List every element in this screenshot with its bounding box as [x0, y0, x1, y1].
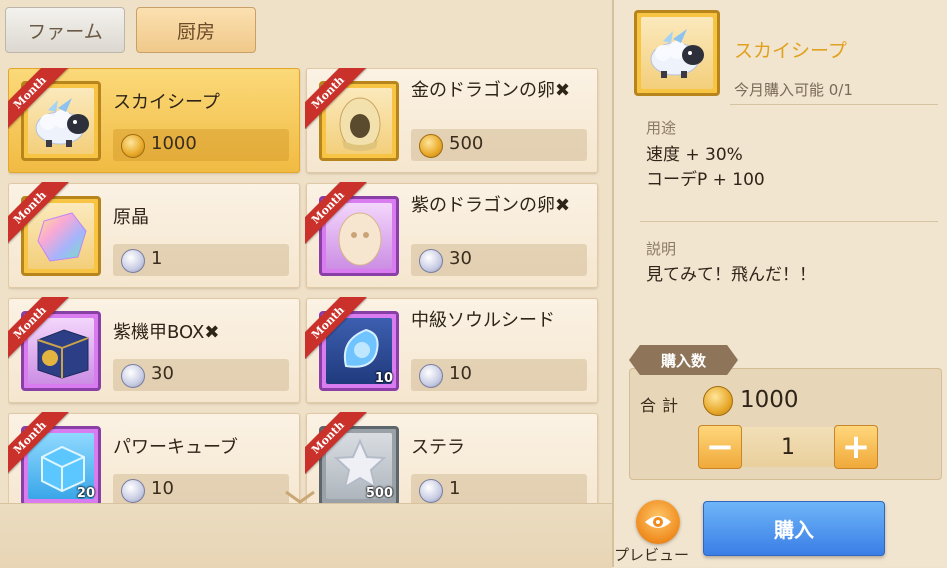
buy-button[interactable]: 購入: [703, 501, 885, 556]
item-card-soul-seed[interactable]: 10 Month 中級ソウルシード 10: [305, 297, 598, 403]
price-bar: 30: [411, 244, 587, 276]
tab-kitchen[interactable]: 厨房: [136, 7, 256, 53]
usage-label: 用途: [646, 119, 677, 137]
item-price: 10: [449, 363, 472, 384]
detail-item-frame: [634, 10, 720, 96]
list-footer: [0, 503, 612, 568]
item-name: ステラ: [411, 437, 465, 458]
item-quantity: 500: [365, 486, 393, 501]
item-price: 10: [151, 478, 174, 499]
item-card-crystal[interactable]: Month 原晶 1: [8, 182, 300, 288]
silver-coin-icon: [419, 479, 443, 503]
usage-line: 速度 + 30%: [646, 145, 743, 165]
usage-line: コーデP + 100: [646, 170, 765, 190]
item-card-sky-sheep[interactable]: Month スカイシープ 1000: [8, 68, 300, 173]
gold-coin-icon: [121, 134, 145, 158]
item-card-mecha-box[interactable]: Month 紫機甲BOX✖ 30: [8, 297, 300, 403]
item-price: 30: [151, 363, 174, 384]
item-price: 1: [449, 478, 461, 499]
month-ribbon: Month: [305, 182, 367, 244]
gold-coin-icon: [703, 386, 733, 416]
increase-button[interactable]: +: [834, 425, 878, 469]
item-price: 30: [449, 248, 472, 269]
month-ribbon: Month: [305, 297, 367, 359]
description-text: 見てみて！飛んだ！！: [646, 265, 816, 285]
month-ribbon: Month: [8, 68, 69, 129]
price-bar: 10: [411, 359, 587, 391]
total-value: 1000: [740, 387, 799, 413]
eye-icon: [645, 516, 671, 528]
item-card-gold-dragon-egg[interactable]: Month 金のドラゴンの卵✖ 500: [305, 68, 598, 173]
item-name: パワーキューブ: [113, 437, 238, 458]
item-price: 1: [151, 248, 163, 269]
quantity-tag: 購入数: [629, 345, 738, 375]
item-name: 紫のドラゴンの卵✖: [411, 195, 571, 216]
decrease-button[interactable]: −: [698, 425, 742, 469]
silver-coin-icon: [419, 364, 443, 388]
description-label: 説明: [646, 240, 677, 258]
month-ribbon: Month: [8, 412, 69, 474]
total-label: 合計: [640, 396, 685, 415]
preview-label: プレビュー: [614, 546, 690, 564]
preview-button[interactable]: [636, 500, 680, 544]
month-ribbon: Month: [305, 68, 367, 129]
sky-sheep-icon: [650, 29, 704, 78]
price-bar: 10: [113, 474, 289, 503]
item-price: 500: [449, 133, 484, 154]
item-name: 原晶: [113, 207, 149, 228]
item-quantity: 10: [374, 371, 393, 386]
item-name: 紫機甲BOX✖: [113, 322, 220, 343]
month-ribbon: Month: [305, 412, 367, 474]
item-card-stella[interactable]: 500 Month ステラ 1: [305, 412, 598, 503]
silver-coin-icon: [121, 479, 145, 503]
item-quantity: 20: [76, 486, 95, 501]
price-bar: 500: [411, 129, 587, 161]
silver-coin-icon: [419, 249, 443, 273]
detail-item-name: スカイシープ: [734, 40, 847, 62]
tab-farm[interactable]: ファーム: [5, 7, 125, 53]
price-bar: 30: [113, 359, 289, 391]
item-name: スカイシープ: [113, 92, 220, 113]
gold-coin-icon: [419, 134, 443, 158]
purchase-limit: 今月購入可能 0/1: [734, 81, 853, 99]
month-ribbon: Month: [8, 182, 69, 244]
price-bar: 1: [411, 474, 587, 503]
item-price: 1000: [151, 133, 197, 154]
price-bar: 1000: [113, 129, 289, 161]
divider: [640, 221, 938, 222]
scroll-down-icon[interactable]: [283, 489, 317, 505]
price-bar: 1: [113, 244, 289, 276]
silver-coin-icon: [121, 364, 145, 388]
divider: [730, 104, 938, 105]
item-card-purple-dragon-egg[interactable]: Month 紫のドラゴンの卵✖ 30: [305, 182, 598, 288]
item-grid[interactable]: Month スカイシープ 1000 Month 金のドラゴンの卵✖ 500 Mo…: [8, 68, 600, 503]
item-name: 中級ソウルシード: [411, 310, 555, 331]
item-card-power-cube[interactable]: 20 Month パワーキューブ 10: [8, 412, 300, 503]
item-name: 金のドラゴンの卵✖: [411, 80, 571, 101]
month-ribbon: Month: [8, 297, 69, 359]
silver-coin-icon: [121, 249, 145, 273]
quantity-field[interactable]: 1: [742, 427, 834, 467]
